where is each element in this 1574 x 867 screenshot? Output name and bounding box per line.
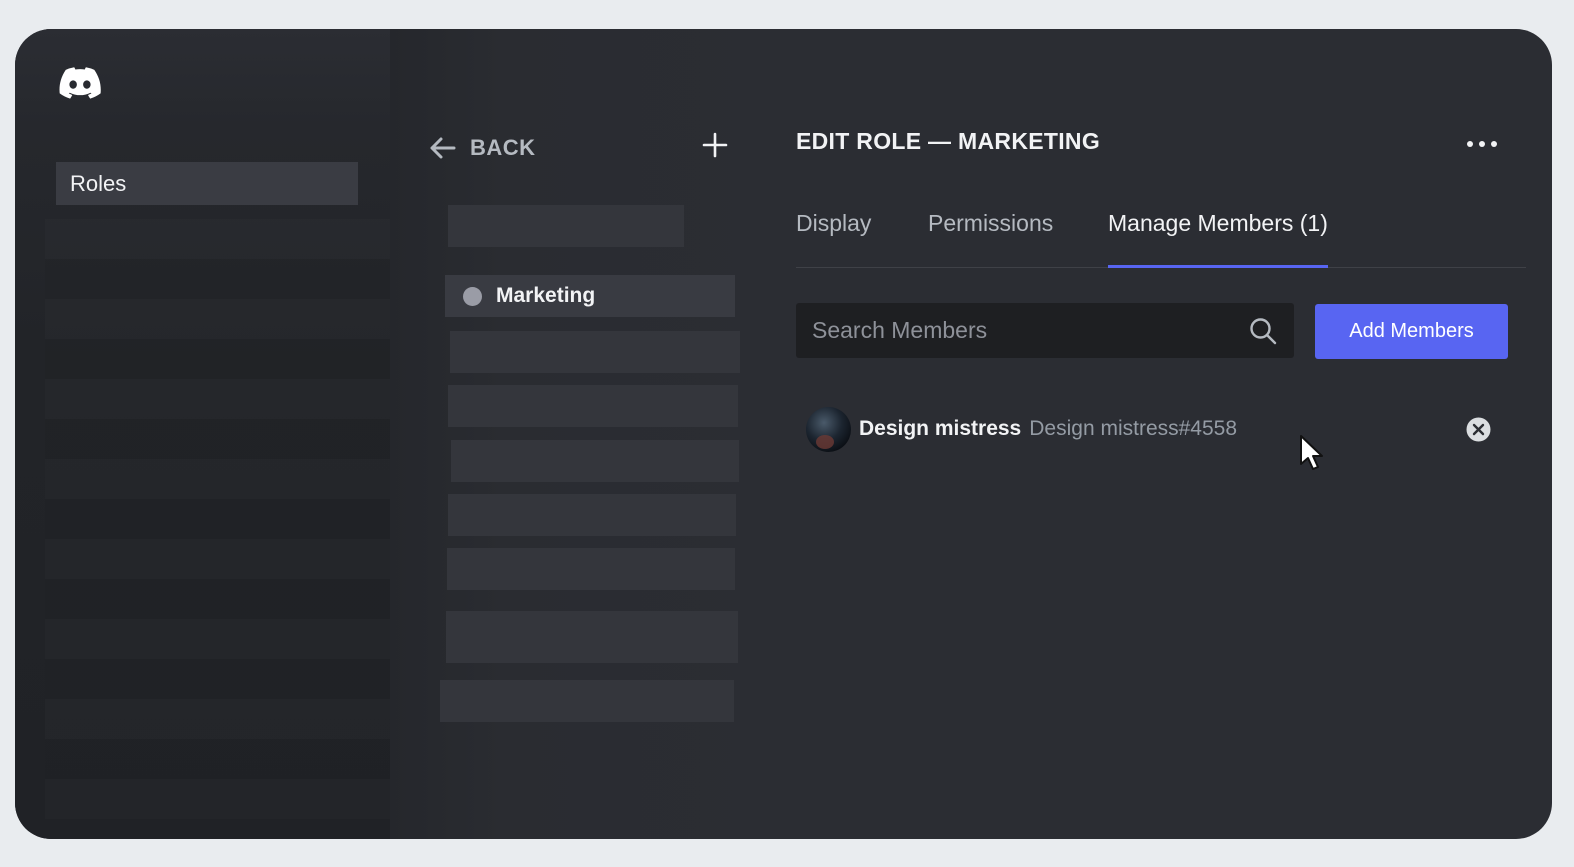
plus-icon[interactable] xyxy=(702,132,728,158)
role-item-marketing[interactable]: Marketing xyxy=(445,275,735,317)
back-label: BACK xyxy=(470,135,536,160)
tab-manage-members[interactable]: Manage Members (1) xyxy=(1108,207,1328,268)
sidebar-placeholder-stripes xyxy=(45,219,390,819)
arrow-left-icon xyxy=(430,137,456,159)
member-row: Design mistress Design mistress#4558 xyxy=(806,406,1237,452)
role-placeholder xyxy=(440,680,734,722)
sidebar-item-roles[interactable]: Roles xyxy=(56,162,358,205)
search-input[interactable] xyxy=(796,303,1236,358)
role-placeholder xyxy=(447,548,735,590)
search-members-field xyxy=(796,303,1294,358)
role-placeholder xyxy=(448,205,684,247)
discord-logo-icon[interactable] xyxy=(59,67,101,99)
role-name: Marketing xyxy=(496,284,596,307)
more-dots-icon[interactable] xyxy=(1467,137,1501,151)
close-circle-icon[interactable] xyxy=(1466,417,1491,442)
tab-display[interactable]: Display xyxy=(796,207,871,267)
add-members-button[interactable]: Add Members xyxy=(1315,304,1508,359)
role-placeholder xyxy=(451,440,739,482)
avatar xyxy=(806,406,851,452)
role-placeholder xyxy=(448,494,736,536)
role-placeholder xyxy=(450,331,740,373)
member-display-name: Design mistress xyxy=(859,417,1022,440)
mouse-pointer-icon xyxy=(1300,435,1323,470)
tab-bar: Display Permissions Manage Members (1) xyxy=(796,207,1526,268)
app-window: Roles BACK Marketing EDIT ROLE — MARKETI… xyxy=(15,29,1552,839)
role-placeholder xyxy=(446,611,738,663)
role-color-dot xyxy=(463,286,482,306)
page-title: EDIT ROLE — MARKETING xyxy=(796,128,1101,154)
sidebar-item-label: Roles xyxy=(70,171,127,196)
member-tag: Design mistress#4558 xyxy=(1029,417,1238,440)
tab-permissions[interactable]: Permissions xyxy=(928,207,1053,267)
role-placeholder xyxy=(448,385,738,427)
back-button[interactable]: BACK xyxy=(428,130,536,166)
search-icon[interactable] xyxy=(1248,316,1278,346)
